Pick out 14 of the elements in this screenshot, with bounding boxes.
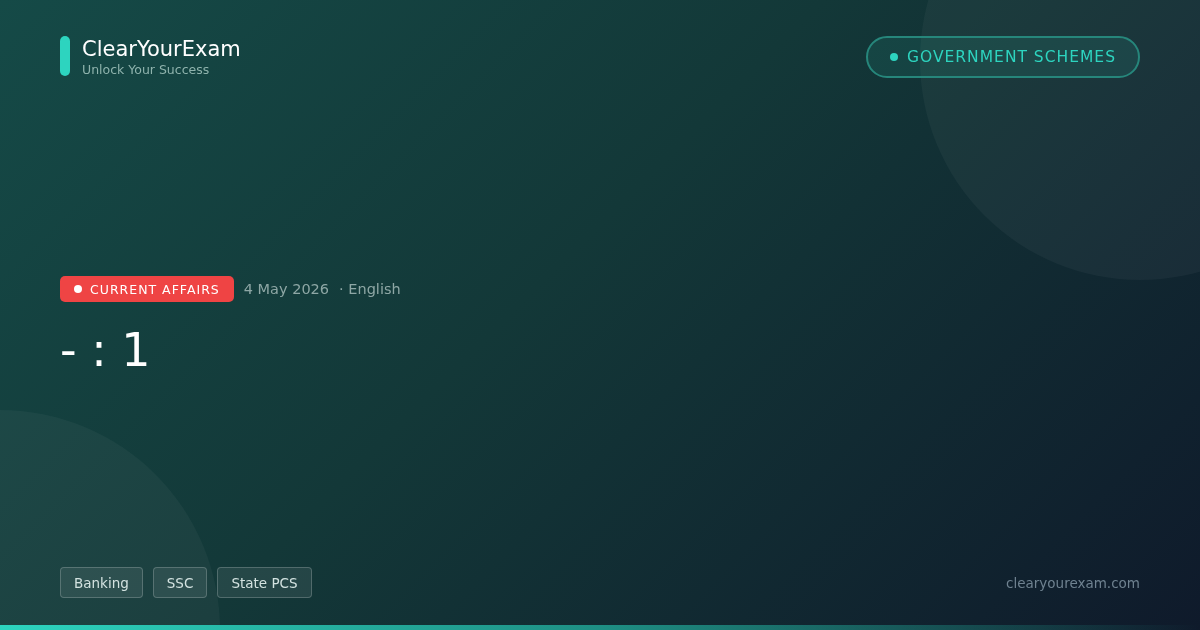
tag-chip: Banking [60, 567, 143, 598]
dot-icon [74, 285, 82, 293]
dot-icon [890, 53, 898, 61]
tag-chip: State PCS [217, 567, 312, 598]
site-url: clearyourexam.com [1006, 574, 1140, 591]
language-text: · English [339, 281, 401, 297]
tag-chip: SSC [152, 567, 208, 598]
brand-tagline: Unlock Your Success [82, 62, 211, 77]
accent-bar [60, 36, 70, 76]
category-label: GOVERNMENT SCHEMES [907, 48, 1116, 66]
badge-label: CURRENT AFFAIRS [90, 281, 220, 297]
date-text: 4 May 2026 [243, 281, 330, 297]
brand-name: ClearYourExam [82, 36, 241, 62]
headline: - : 1 [60, 324, 152, 376]
